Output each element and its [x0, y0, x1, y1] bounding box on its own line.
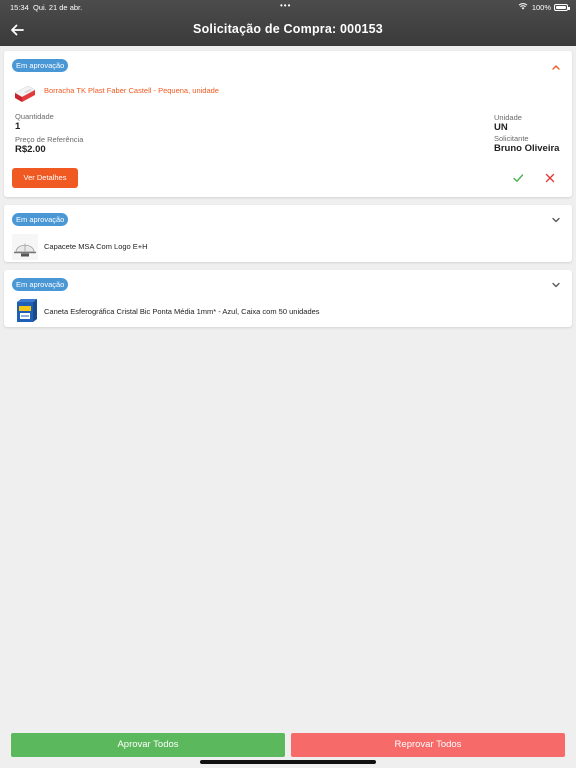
product-name[interactable]: Capacete MSA Com Logo E+H	[44, 242, 148, 251]
wifi-icon	[518, 3, 528, 10]
check-icon[interactable]	[512, 172, 524, 184]
page-title: Solicitação de Compra: 000153	[193, 22, 383, 36]
unit-value: UN	[494, 122, 508, 133]
unit-label: Unidade	[494, 113, 522, 122]
chevron-up-icon[interactable]	[550, 61, 562, 73]
status-date: Qui. 21 de abr.	[33, 3, 83, 12]
request-item-card[interactable]: Em aprovação Caneta Esferográfica Crista…	[4, 270, 572, 327]
app-header: 15:34 Qui. 21 de abr. ••• 100% Solicitaç…	[0, 0, 576, 46]
product-name[interactable]: Caneta Esferográfica Cristal Bic Ponta M…	[44, 307, 320, 316]
quantity-value: 1	[15, 121, 21, 132]
pen-box-image	[17, 299, 37, 322]
home-indicator[interactable]	[200, 760, 376, 764]
battery-icon	[554, 4, 570, 11]
helmet-image	[12, 234, 38, 260]
request-item-card[interactable]: Em aprovação Capacete MSA Com Logo E+H	[4, 205, 572, 262]
status-badge: Em aprovação	[12, 59, 69, 72]
quantity-label: Quantidade	[15, 112, 54, 121]
reject-all-button[interactable]: Reprovar Todos	[291, 733, 565, 757]
reference-price-value: R$2.00	[15, 144, 46, 155]
status-time: 15:34	[10, 3, 29, 12]
status-badge: Em aprovação	[12, 213, 69, 226]
approve-all-button[interactable]: Aprovar Todos	[11, 733, 285, 757]
requester-label: Solicitante	[494, 134, 529, 143]
eraser-image	[14, 85, 36, 102]
request-item-card[interactable]: Em aprovação Borracha TK Plast Faber Cas…	[4, 51, 572, 197]
view-details-button[interactable]: Ver Detalhes	[12, 168, 78, 188]
battery-percent: 100%	[531, 3, 551, 12]
status-badge: Em aprovação	[12, 278, 69, 291]
product-name[interactable]: Borracha TK Plast Faber Castell - Pequen…	[44, 86, 219, 95]
close-icon[interactable]	[544, 172, 556, 184]
status-bar: 15:34 Qui. 21 de abr. ••• 100%	[0, 0, 576, 14]
multitask-dots-icon[interactable]: •••	[280, 1, 291, 10]
chevron-down-icon[interactable]	[550, 279, 562, 291]
requester-value: Bruno Oliveira	[494, 143, 560, 154]
reference-price-label: Preço de Referência	[15, 135, 84, 144]
chevron-down-icon[interactable]	[550, 214, 562, 226]
